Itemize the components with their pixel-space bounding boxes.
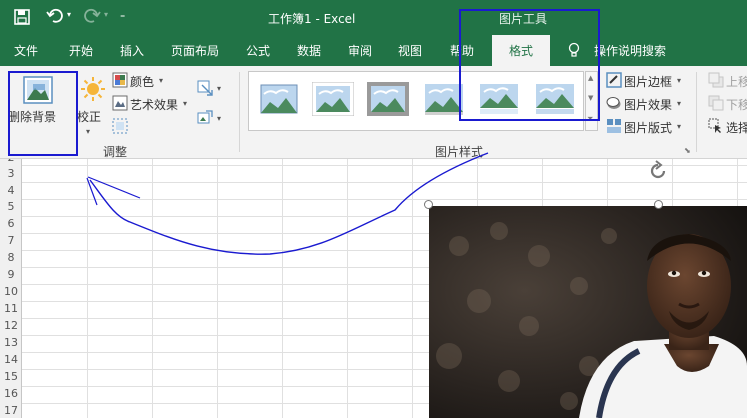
transparency-icon[interactable] — [112, 118, 128, 134]
tab-view[interactable]: 视图 — [398, 42, 422, 59]
tell-me-search[interactable]: 操作说明搜索 — [594, 42, 666, 59]
corrections-button[interactable]: 校正 ▾ — [75, 72, 105, 142]
picture-effects-button[interactable]: 图片效果 — [624, 96, 672, 113]
corrections-label: 校正 — [77, 110, 102, 124]
send-backward-icon[interactable] — [708, 95, 724, 111]
ribbon: 删除背景 校正 ▾ 颜色 ▾ 艺术效果 ▾ ▾ ▾ 调整 ▲ ▼ ⏷ 图片样式 … — [0, 66, 747, 159]
row-header[interactable]: 6 — [0, 216, 22, 232]
artistic-effects-caret-icon: ▾ — [183, 99, 188, 108]
picture-style-3[interactable] — [367, 82, 409, 116]
picture-effects-icon[interactable] — [606, 95, 622, 111]
send-backward-button[interactable]: 下移 — [726, 96, 747, 113]
tab-data[interactable]: 数据 — [297, 42, 321, 59]
row-header[interactable]: 10 — [0, 284, 22, 300]
title-bar: ▾ ▾ ₌ 工作簿1 - Excel 图片工具 — [0, 0, 747, 35]
row-header[interactable]: 16 — [0, 386, 22, 402]
corrections-caret-icon: ▾ — [86, 127, 91, 136]
row-header[interactable]: 15 — [0, 369, 22, 385]
row-header[interactable]: 7 — [0, 233, 22, 249]
tab-page-layout[interactable]: 页面布局 — [171, 42, 219, 59]
row-header[interactable]: 12 — [0, 318, 22, 334]
undo-dropdown-icon[interactable]: ▾ — [67, 10, 71, 19]
redo-dropdown-icon[interactable]: ▾ — [104, 10, 108, 19]
rotate-handle-icon[interactable] — [647, 160, 669, 185]
save-icon[interactable] — [14, 9, 30, 29]
picture-effects-caret-icon: ▾ — [677, 99, 682, 108]
row-header[interactable]: 2 — [0, 159, 22, 166]
artistic-effects-button[interactable]: 艺术效果 — [130, 96, 178, 113]
picture-style-2[interactable] — [311, 81, 355, 117]
gridline — [22, 165, 747, 166]
gridline — [22, 182, 747, 183]
picture-style-1[interactable] — [258, 82, 300, 116]
group-divider — [239, 72, 240, 152]
tab-formulas[interactable]: 公式 — [246, 42, 270, 59]
picture-layout-icon[interactable] — [606, 118, 622, 134]
gridline — [22, 199, 747, 200]
dialog-launcher-icon[interactable]: ⬊ — [684, 146, 691, 155]
adjust-group-label: 调整 — [103, 145, 128, 159]
ribbon-tabs: 文件 开始 插入 页面布局 公式 数据 审阅 视图 帮助 格式 操作说明搜索 — [0, 35, 747, 66]
picture-layout-button[interactable]: 图片版式 — [624, 119, 672, 136]
row-header[interactable]: 3 — [0, 166, 22, 182]
change-picture-caret-icon: ▾ — [217, 114, 222, 123]
picture-border-button[interactable]: 图片边框 — [624, 73, 672, 90]
annotation-box-remove-background — [8, 71, 78, 156]
color-button[interactable]: 颜色 — [130, 73, 154, 90]
worksheet-grid[interactable]: 2 3 4 5 6 7 8 9 10 11 12 13 14 15 16 17 — [0, 159, 747, 418]
row-header[interactable]: 13 — [0, 335, 22, 351]
tab-review[interactable]: 审阅 — [348, 42, 372, 59]
row-header[interactable]: 14 — [0, 352, 22, 368]
picture-styles-group-label: 图片样式 — [435, 145, 484, 159]
resize-handle[interactable] — [654, 200, 663, 209]
group-divider — [696, 72, 697, 152]
tab-home[interactable]: 开始 — [69, 42, 93, 59]
picture-border-icon[interactable] — [606, 72, 622, 88]
annotation-box-format-tab — [459, 9, 600, 121]
gridline — [152, 159, 153, 418]
color-caret-icon: ▾ — [159, 76, 164, 85]
window-title: 工作簿1 - Excel — [268, 12, 356, 26]
inserted-picture[interactable] — [429, 206, 747, 418]
artistic-effects-icon[interactable] — [112, 95, 128, 111]
resize-handle[interactable] — [424, 200, 433, 209]
selection-pane-button[interactable]: 选择 — [726, 119, 747, 136]
row-header[interactable]: 4 — [0, 183, 22, 199]
row-header[interactable]: 8 — [0, 250, 22, 266]
row-headers: 2 3 4 5 6 7 8 9 10 11 12 13 14 15 16 17 — [0, 159, 22, 418]
gridline — [87, 159, 88, 418]
selection-pane-icon[interactable] — [708, 118, 724, 134]
gridline — [282, 159, 283, 418]
compress-caret-icon: ▾ — [217, 84, 222, 93]
bring-forward-icon[interactable] — [708, 72, 724, 88]
compress-pictures-icon[interactable] — [197, 80, 213, 96]
redo-icon[interactable] — [83, 7, 101, 29]
row-header[interactable]: 9 — [0, 267, 22, 283]
row-header[interactable]: 17 — [0, 403, 22, 418]
color-icon[interactable] — [112, 72, 128, 88]
tab-file[interactable]: 文件 — [14, 42, 38, 59]
sun-icon — [80, 76, 106, 105]
row-header[interactable]: 5 — [0, 199, 22, 215]
change-picture-icon[interactable] — [197, 110, 213, 126]
gridline — [347, 159, 348, 418]
bring-forward-button[interactable]: 上移 — [726, 73, 747, 90]
gridline — [412, 159, 413, 418]
customize-caret-icon[interactable]: ₌ — [120, 10, 125, 21]
picture-border-caret-icon: ▾ — [677, 76, 682, 85]
row-header[interactable]: 11 — [0, 301, 22, 317]
picture-layout-caret-icon: ▾ — [677, 122, 682, 131]
undo-icon[interactable] — [46, 7, 64, 29]
gridline — [217, 159, 218, 418]
tab-insert[interactable]: 插入 — [120, 42, 144, 59]
